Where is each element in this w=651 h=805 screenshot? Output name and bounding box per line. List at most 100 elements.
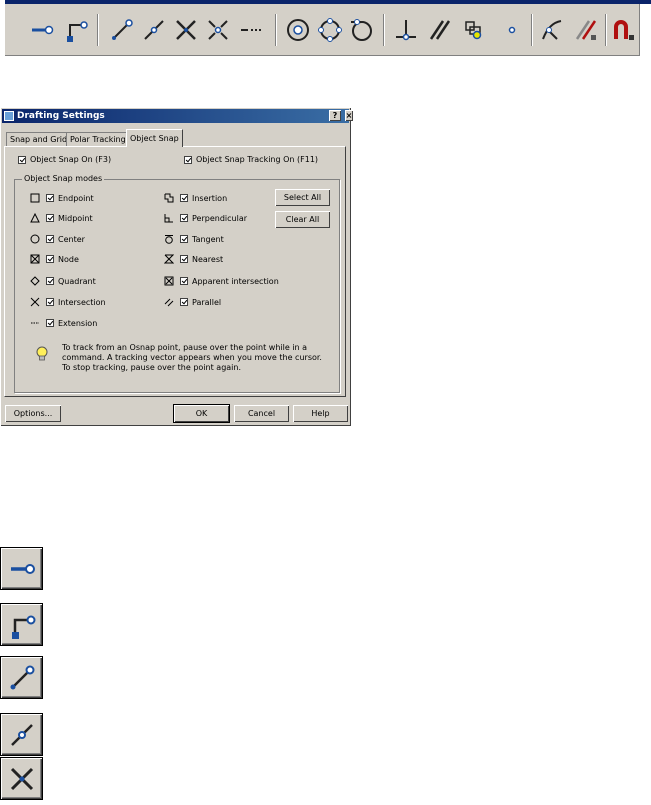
tangent-marker-icon bbox=[164, 234, 174, 244]
tangent-checkbox[interactable] bbox=[180, 235, 188, 243]
title-close-button[interactable]: × bbox=[345, 110, 353, 121]
hint-line-2: command. A tracking vector appears when … bbox=[62, 353, 322, 362]
quadrant-checkbox[interactable] bbox=[46, 277, 54, 285]
extension-marker-icon bbox=[30, 318, 40, 328]
select-all-button[interactable]: Select All bbox=[275, 189, 330, 206]
snap-to-intersection-icon[interactable] bbox=[171, 15, 201, 45]
options-button[interactable]: Options... bbox=[5, 405, 61, 422]
mode-node[interactable]: Node bbox=[30, 254, 79, 264]
snap-to-endpoint-icon[interactable] bbox=[0, 656, 43, 699]
tab-snap-and-grid[interactable]: Snap and Grid bbox=[6, 132, 72, 146]
dialog-title: Drafting Settings bbox=[17, 111, 105, 121]
mode-tangent[interactable]: Tangent bbox=[164, 234, 224, 244]
snap-to-quadrant-icon[interactable] bbox=[315, 15, 345, 45]
mode-perpendicular[interactable]: Perpendicular bbox=[164, 213, 247, 223]
mode-center[interactable]: Center bbox=[30, 234, 85, 244]
parallel-checkbox[interactable] bbox=[180, 298, 188, 306]
nearest-marker-icon bbox=[164, 254, 174, 264]
intersection-checkbox[interactable] bbox=[46, 298, 54, 306]
snap-to-parallel-icon[interactable] bbox=[425, 15, 455, 45]
toolbar-separator bbox=[383, 14, 385, 46]
center-marker-icon bbox=[30, 234, 40, 244]
mode-extension[interactable]: Extension bbox=[30, 318, 97, 328]
snap-to-node-icon[interactable] bbox=[497, 15, 527, 45]
node-marker-icon bbox=[30, 254, 40, 264]
snap-to-tangent-icon[interactable] bbox=[347, 15, 377, 45]
osnap-on-row[interactable]: Object Snap On (F3) bbox=[18, 155, 111, 164]
lightbulb-icon bbox=[36, 346, 48, 361]
tab-object-snap[interactable]: Object Snap bbox=[126, 129, 183, 147]
apparent-intersection-marker-icon bbox=[164, 276, 174, 286]
extension-label: Extension bbox=[58, 318, 98, 328]
insertion-label: Insertion bbox=[192, 193, 228, 203]
mode-intersection[interactable]: Intersection bbox=[30, 297, 106, 307]
snap-to-midpoint-icon[interactable] bbox=[0, 713, 43, 756]
mode-parallel[interactable]: Parallel bbox=[164, 297, 221, 307]
perpendicular-label: Perpendicular bbox=[192, 213, 248, 223]
snap-to-none-icon[interactable] bbox=[571, 15, 601, 45]
endpoint-label: Endpoint bbox=[58, 193, 94, 203]
snap-to-perpendicular-icon[interactable] bbox=[391, 15, 421, 45]
snap-to-midpoint-icon[interactable] bbox=[139, 15, 169, 45]
toolbar-separator bbox=[97, 14, 99, 46]
center-checkbox[interactable] bbox=[46, 235, 54, 243]
nearest-checkbox[interactable] bbox=[180, 255, 188, 263]
snap-from-icon[interactable] bbox=[0, 603, 43, 646]
midpoint-marker-icon bbox=[30, 213, 40, 223]
snap-from-icon[interactable] bbox=[61, 15, 91, 45]
quadrant-marker-icon bbox=[30, 276, 40, 286]
temporary-tracking-point-icon[interactable] bbox=[27, 15, 57, 45]
mode-midpoint[interactable]: Midpoint bbox=[30, 213, 93, 223]
snap-to-apparent-intersection-icon[interactable] bbox=[203, 15, 233, 45]
osnap-settings-icon[interactable] bbox=[609, 15, 639, 45]
snap-to-endpoint-icon[interactable] bbox=[107, 15, 137, 45]
endpoint-marker-icon bbox=[30, 193, 40, 203]
tracking-hint: To track from an Osnap point, pause over… bbox=[62, 343, 322, 373]
object-snap-toolbar bbox=[5, 4, 640, 56]
perpendicular-marker-icon bbox=[164, 213, 174, 223]
nearest-label: Nearest bbox=[192, 254, 224, 264]
quadrant-label: Quadrant bbox=[58, 276, 96, 286]
snap-to-nearest-icon[interactable] bbox=[537, 15, 567, 45]
center-label: Center bbox=[58, 234, 85, 244]
tab-polar-tracking[interactable]: Polar Tracking bbox=[66, 132, 130, 146]
insertion-marker-icon bbox=[164, 193, 174, 203]
help-button[interactable]: Help bbox=[293, 405, 348, 422]
extension-checkbox[interactable] bbox=[46, 319, 54, 327]
snap-to-extension-icon[interactable] bbox=[237, 15, 267, 45]
insertion-checkbox[interactable] bbox=[180, 194, 188, 202]
hint-line-3: To stop tracking, pause over the point a… bbox=[62, 363, 242, 372]
toolbar-separator bbox=[275, 14, 277, 46]
toolbar-separator bbox=[605, 14, 607, 46]
node-label: Node bbox=[58, 254, 79, 264]
temporary-tracking-point-icon[interactable] bbox=[0, 547, 43, 590]
osnap-on-label: Object Snap On (F3) bbox=[30, 155, 112, 164]
osnap-on-checkbox[interactable] bbox=[18, 155, 26, 164]
intersection-label: Intersection bbox=[58, 297, 106, 307]
snap-to-insert-icon[interactable] bbox=[459, 15, 489, 45]
snap-to-center-icon[interactable] bbox=[283, 15, 313, 45]
mode-endpoint[interactable]: Endpoint bbox=[30, 193, 94, 203]
mode-apparent-intersection[interactable]: Apparent intersection bbox=[164, 276, 279, 286]
node-checkbox[interactable] bbox=[46, 255, 54, 263]
mode-nearest[interactable]: Nearest bbox=[164, 254, 223, 264]
midpoint-checkbox[interactable] bbox=[46, 214, 54, 222]
tracking-on-checkbox[interactable] bbox=[184, 155, 192, 164]
snap-to-intersection-icon[interactable] bbox=[0, 757, 43, 800]
parallel-label: Parallel bbox=[192, 297, 222, 307]
perpendicular-checkbox[interactable] bbox=[180, 214, 188, 222]
cancel-button[interactable]: Cancel bbox=[234, 405, 289, 422]
snap-modes-group-label: Object Snap modes bbox=[22, 174, 105, 183]
apparent-intersection-label: Apparent intersection bbox=[192, 276, 279, 286]
ok-button[interactable]: OK bbox=[173, 404, 230, 423]
tracking-on-row[interactable]: Object Snap Tracking On (F11) bbox=[184, 155, 318, 164]
title-help-button[interactable]: ? bbox=[329, 110, 341, 121]
endpoint-checkbox[interactable] bbox=[46, 194, 54, 202]
midpoint-label: Midpoint bbox=[58, 213, 93, 223]
mode-insertion[interactable]: Insertion bbox=[164, 193, 227, 203]
clear-all-button[interactable]: Clear All bbox=[275, 211, 330, 228]
hint-line-1: To track from an Osnap point, pause over… bbox=[62, 343, 308, 352]
mode-quadrant[interactable]: Quadrant bbox=[30, 276, 96, 286]
dialog-titlebar: Drafting Settings ? × bbox=[2, 109, 353, 123]
apparent-intersection-checkbox[interactable] bbox=[180, 277, 188, 285]
